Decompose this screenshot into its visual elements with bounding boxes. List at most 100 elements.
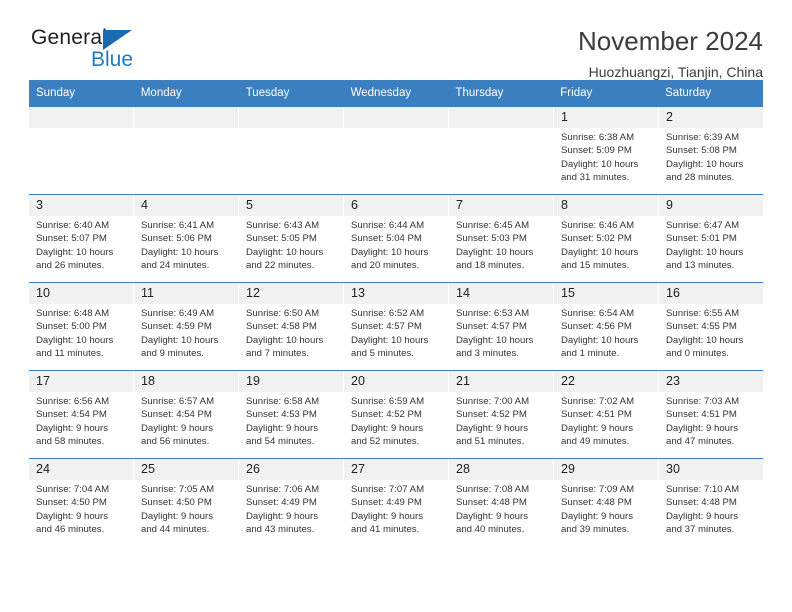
sunrise-text: Sunrise: 6:39 AM	[666, 132, 740, 143]
day-number: 14	[449, 283, 553, 304]
calendar-day-cell[interactable]: 12 Sunrise: 6:50 AM Sunset: 4:58 PM Dayligh…	[239, 283, 343, 370]
calendar-day-cell[interactable]: 17 Sunrise: 6:56 AM Sunset: 4:54 PM Dayligh…	[29, 371, 133, 458]
day-sun-info: Sunrise: 6:54 AM Sunset: 4:56 PM Daylight:…	[554, 304, 658, 361]
sunset-text: Sunset: 4:56 PM	[561, 321, 632, 333]
calendar-day-cell[interactable]: 4 Sunrise: 6:41 AM Sunset: 5:06 PM Daylight…	[134, 195, 238, 282]
calendar-day-cell[interactable]: 26 Sunrise: 7:06 AM Sunset: 4:49 PM Dayligh…	[239, 459, 343, 546]
calendar-day-cell[interactable]: 6 Sunrise: 6:44 AM Sunset: 5:04 PM Daylight…	[344, 195, 448, 282]
daylight-text-line1: Daylight: 9 hours	[141, 510, 213, 522]
sunrise-text: Sunrise: 7:07 AM	[351, 484, 425, 495]
sunset-text: Sunset: 5:07 PM	[36, 233, 107, 245]
calendar-day-cell[interactable]: 29 Sunrise: 7:09 AM Sunset: 4:48 PM Dayligh…	[554, 459, 658, 546]
sunset-text: Sunset: 4:52 PM	[456, 409, 527, 421]
calendar-day-cell[interactable]: 15 Sunrise: 6:54 AM Sunset: 4:56 PM Dayligh…	[554, 283, 658, 370]
sunset-text: Sunset: 4:57 PM	[351, 321, 422, 333]
calendar-day-cell[interactable]: 21 Sunrise: 7:00 AM Sunset: 4:52 PM Dayligh…	[449, 371, 553, 458]
day-sun-info: Sunrise: 6:41 AM Sunset: 5:06 PM Daylight:…	[134, 216, 238, 273]
day-number: 3	[29, 195, 133, 216]
calendar-day-cell[interactable]: 16 Sunrise: 6:55 AM Sunset: 4:55 PM Dayligh…	[659, 283, 763, 370]
sunset-text: Sunset: 5:03 PM	[456, 233, 527, 245]
sunrise-text: Sunrise: 7:10 AM	[666, 484, 740, 495]
day-number: 21	[449, 371, 553, 392]
daylight-text-line1: Daylight: 10 hours	[141, 334, 219, 346]
sunset-text: Sunset: 4:57 PM	[456, 321, 527, 333]
day-sun-info: Sunrise: 7:05 AM Sunset: 4:50 PM Daylight:…	[134, 480, 238, 537]
sunset-text: Sunset: 4:54 PM	[36, 409, 107, 421]
daylight-text-line2: and 46 minutes.	[36, 524, 105, 536]
weekday-header-row: Sunday Monday Tuesday Wednesday Thursday…	[29, 80, 763, 106]
day-sun-info: Sunrise: 7:00 AM Sunset: 4:52 PM Daylight:…	[449, 392, 553, 449]
daylight-text-line1: Daylight: 10 hours	[141, 246, 219, 258]
daylight-text-line1: Daylight: 10 hours	[561, 246, 639, 258]
daylight-text-line1: Daylight: 9 hours	[456, 422, 528, 434]
day-number: 29	[554, 459, 658, 480]
day-sun-info: Sunrise: 6:55 AM Sunset: 4:55 PM Daylight:…	[659, 304, 763, 361]
day-sun-info: Sunrise: 6:47 AM Sunset: 5:01 PM Daylight:…	[659, 216, 763, 273]
daylight-text-line2: and 56 minutes.	[141, 436, 210, 448]
day-number: 22	[554, 371, 658, 392]
calendar-week-row: 17 Sunrise: 6:56 AM Sunset: 4:54 PM Dayligh…	[29, 370, 763, 458]
calendar-day-cell[interactable]: 7 Sunrise: 6:45 AM Sunset: 5:03 PM Daylight…	[449, 195, 553, 282]
calendar-weeks: 1 Sunrise: 6:38 AM Sunset: 5:09 PM Daylight…	[29, 106, 763, 546]
calendar-day-cell-empty	[134, 107, 238, 194]
calendar-day-cell[interactable]: 25 Sunrise: 7:05 AM Sunset: 4:50 PM Dayligh…	[134, 459, 238, 546]
calendar-day-cell[interactable]: 1 Sunrise: 6:38 AM Sunset: 5:09 PM Daylight…	[554, 107, 658, 194]
daylight-text-line1: Daylight: 9 hours	[246, 510, 318, 522]
calendar-grid: Sunday Monday Tuesday Wednesday Thursday…	[29, 80, 763, 546]
daylight-text-line1: Daylight: 9 hours	[561, 510, 633, 522]
day-sun-info: Sunrise: 6:57 AM Sunset: 4:54 PM Daylight:…	[134, 392, 238, 449]
calendar-day-cell-empty	[29, 107, 133, 194]
day-sun-info: Sunrise: 6:46 AM Sunset: 5:02 PM Daylight:…	[554, 216, 658, 273]
day-number: 13	[344, 283, 448, 304]
day-sun-info: Sunrise: 6:50 AM Sunset: 4:58 PM Daylight:…	[239, 304, 343, 361]
general-blue-logo[interactable]: General Blue	[29, 26, 179, 78]
calendar-day-cell[interactable]: 11 Sunrise: 6:49 AM Sunset: 4:59 PM Dayligh…	[134, 283, 238, 370]
sunrise-text: Sunrise: 6:46 AM	[561, 220, 635, 231]
daylight-text-line2: and 15 minutes.	[561, 260, 630, 272]
sunset-text: Sunset: 5:04 PM	[351, 233, 422, 245]
calendar-day-cell[interactable]: 3 Sunrise: 6:40 AM Sunset: 5:07 PM Daylight…	[29, 195, 133, 282]
calendar-day-cell[interactable]: 23 Sunrise: 7:03 AM Sunset: 4:51 PM Dayligh…	[659, 371, 763, 458]
day-number: 11	[134, 283, 238, 304]
sunset-text: Sunset: 4:51 PM	[561, 409, 632, 421]
title-block: November 2024 Huozhuangzi, Tianjin, Chin…	[578, 26, 763, 82]
day-number: 20	[344, 371, 448, 392]
sunrise-text: Sunrise: 6:40 AM	[36, 220, 110, 231]
day-sun-info: Sunrise: 6:43 AM Sunset: 5:05 PM Daylight:…	[239, 216, 343, 273]
sunset-text: Sunset: 4:59 PM	[141, 321, 212, 333]
day-sun-info: Sunrise: 6:38 AM Sunset: 5:09 PM Daylight:…	[554, 128, 658, 185]
calendar-day-cell[interactable]: 14 Sunrise: 6:53 AM Sunset: 4:57 PM Dayligh…	[449, 283, 553, 370]
calendar-day-cell[interactable]: 28 Sunrise: 7:08 AM Sunset: 4:48 PM Dayligh…	[449, 459, 553, 546]
day-number: 2	[659, 107, 763, 128]
day-number: 4	[134, 195, 238, 216]
calendar-day-cell[interactable]: 8 Sunrise: 6:46 AM Sunset: 5:02 PM Daylight…	[554, 195, 658, 282]
day-number: 24	[29, 459, 133, 480]
calendar-day-cell[interactable]: 13 Sunrise: 6:52 AM Sunset: 4:57 PM Dayligh…	[344, 283, 448, 370]
day-sun-info: Sunrise: 7:07 AM Sunset: 4:49 PM Daylight:…	[344, 480, 448, 537]
sunrise-text: Sunrise: 6:48 AM	[36, 308, 110, 319]
daylight-text-line1: Daylight: 10 hours	[36, 334, 114, 346]
calendar-day-cell[interactable]: 2 Sunrise: 6:39 AM Sunset: 5:08 PM Daylight…	[659, 107, 763, 194]
calendar-day-cell[interactable]: 9 Sunrise: 6:47 AM Sunset: 5:01 PM Daylight…	[659, 195, 763, 282]
calendar-week-row: 1 Sunrise: 6:38 AM Sunset: 5:09 PM Daylight…	[29, 106, 763, 194]
calendar-day-cell[interactable]: 5 Sunrise: 6:43 AM Sunset: 5:05 PM Daylight…	[239, 195, 343, 282]
calendar-day-cell[interactable]: 18 Sunrise: 6:57 AM Sunset: 4:54 PM Dayligh…	[134, 371, 238, 458]
sunset-text: Sunset: 4:50 PM	[36, 497, 107, 509]
day-number: 9	[659, 195, 763, 216]
calendar-day-cell[interactable]: 20 Sunrise: 6:59 AM Sunset: 4:52 PM Dayligh…	[344, 371, 448, 458]
calendar-day-cell[interactable]: 30 Sunrise: 7:10 AM Sunset: 4:48 PM Dayligh…	[659, 459, 763, 546]
page-subtitle: Huozhuangzi, Tianjin, China	[588, 64, 763, 80]
sunrise-text: Sunrise: 6:41 AM	[141, 220, 215, 231]
calendar-day-cell[interactable]: 27 Sunrise: 7:07 AM Sunset: 4:49 PM Dayligh…	[344, 459, 448, 546]
daylight-text-line1: Daylight: 10 hours	[456, 246, 534, 258]
day-sun-info: Sunrise: 6:45 AM Sunset: 5:03 PM Daylight:…	[449, 216, 553, 273]
calendar-day-cell[interactable]: 24 Sunrise: 7:04 AM Sunset: 4:50 PM Dayligh…	[29, 459, 133, 546]
day-number: 8	[554, 195, 658, 216]
daylight-text-line2: and 54 minutes.	[246, 436, 315, 448]
calendar-day-cell[interactable]: 19 Sunrise: 6:58 AM Sunset: 4:53 PM Dayligh…	[239, 371, 343, 458]
sunset-text: Sunset: 4:55 PM	[666, 321, 737, 333]
calendar-day-cell[interactable]: 22 Sunrise: 7:02 AM Sunset: 4:51 PM Dayligh…	[554, 371, 658, 458]
calendar-day-cell[interactable]: 10 Sunrise: 6:48 AM Sunset: 5:00 PM Dayligh…	[29, 283, 133, 370]
daylight-text-line2: and 41 minutes.	[351, 524, 420, 536]
sunrise-text: Sunrise: 6:53 AM	[456, 308, 530, 319]
